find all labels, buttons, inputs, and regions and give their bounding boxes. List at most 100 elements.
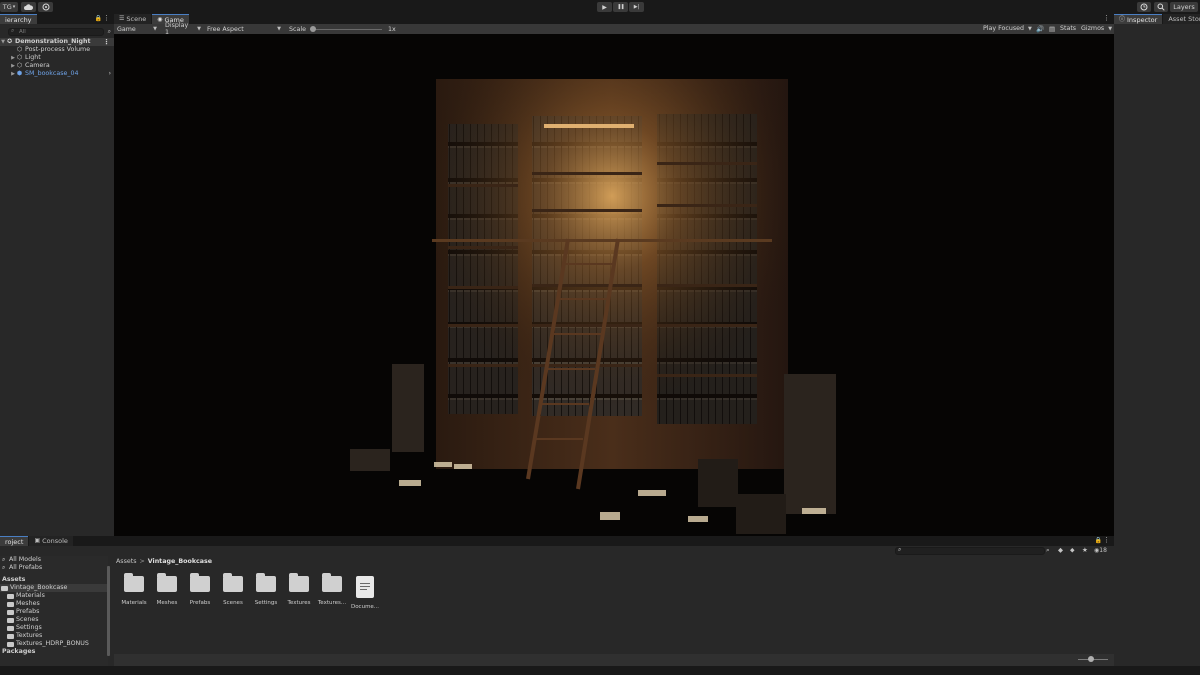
tab-project[interactable]: roject: [0, 536, 29, 546]
breadcrumb-current[interactable]: Vintage_Bookcase: [148, 558, 212, 565]
project-search-input[interactable]: ⌕: [895, 546, 1045, 555]
account-label: TG: [2, 3, 12, 11]
aspect-label: Free Aspect: [207, 25, 244, 33]
tab-asset-store[interactable]: Asset Store V: [1163, 14, 1200, 24]
folder-vintage-bookcase[interactable]: Vintage_Bookcase: [0, 584, 108, 592]
scene-item[interactable]: ▼ ✪ Demonstration_Night ⋮: [0, 38, 114, 46]
more-options-icon[interactable]: ⋮: [103, 38, 110, 46]
gizmos-dropdown[interactable]: Gizmos ▼: [1078, 25, 1115, 32]
search-by-type-icon[interactable]: ⌕: [1046, 546, 1050, 555]
favorite-all-prefabs[interactable]: ⌕ All Prefabs: [0, 564, 108, 572]
asset-scenes[interactable]: Scenes: [219, 573, 247, 606]
cloud-button[interactable]: [21, 2, 36, 12]
folder-prefabs[interactable]: Prefabs: [0, 608, 108, 616]
asset-settings[interactable]: Settings: [252, 573, 280, 606]
hierarchy-tab-label: ierarchy: [5, 15, 32, 24]
folder-meshes[interactable]: Meshes: [0, 600, 108, 608]
speaker-icon[interactable]: 🔊: [1036, 25, 1044, 33]
project-toolbar: ⌕ ⌕ ◆ ⬥ ★ ◉18: [0, 546, 1114, 556]
game-view-tabbar: ☰ Scene ◉ Game ⋮: [114, 14, 1114, 24]
chevron-down-icon: ▼: [153, 26, 157, 32]
step-button[interactable]: ▶|: [629, 2, 644, 12]
gameobject-icon: ⬡: [16, 46, 23, 53]
chevron-right-icon[interactable]: ›: [109, 70, 111, 78]
packages-root[interactable]: Packages: [0, 648, 108, 656]
tab-inspector[interactable]: ⓘ Inspector: [1114, 14, 1163, 24]
asset-materials[interactable]: Materials: [120, 573, 148, 606]
more-options-icon[interactable]: ⋮: [103, 14, 110, 22]
hierarchy-search-input[interactable]: ⌕ All: [8, 28, 104, 36]
breadcrumb: Assets > Vintage_Bookcase: [114, 556, 1114, 566]
folder-label: Textures_HDRP_BONUS: [16, 640, 89, 647]
scale-label: Scale: [289, 25, 306, 33]
chevron-down-icon: ▼: [277, 26, 281, 32]
collab-button[interactable]: [38, 2, 53, 12]
history-icon: [1140, 3, 1148, 11]
play-button[interactable]: ▶: [597, 2, 612, 12]
hierarchy-item-label: SM_bookcase_04: [25, 70, 79, 77]
asset-textures[interactable]: Textures: [285, 573, 313, 606]
play-focused-dropdown[interactable]: Play Focused ▼: [980, 25, 1035, 32]
game-mode-dropdown[interactable]: Game ▼: [114, 26, 160, 33]
folder-label: Vintage_Bookcase: [10, 584, 68, 591]
breadcrumb-assets[interactable]: Assets: [116, 558, 137, 565]
tree-scrollbar[interactable]: [107, 566, 110, 656]
asset-meshes[interactable]: Meshes: [153, 573, 181, 606]
game-viewport[interactable]: [114, 34, 1114, 536]
folder-settings[interactable]: Settings: [0, 624, 108, 632]
lock-icon[interactable]: 🔒: [1095, 537, 1102, 544]
tag-icon[interactable]: ⬥: [1070, 546, 1075, 555]
folder-textures[interactable]: Textures: [0, 632, 108, 640]
folder-icon: [190, 573, 210, 592]
filter-icon[interactable]: ⌕: [108, 28, 111, 36]
icon-size-slider-handle[interactable]: [1088, 656, 1094, 662]
asset-textures-hdrp[interactable]: Textures...: [318, 573, 346, 606]
asset-prefabs[interactable]: Prefabs: [186, 573, 214, 606]
aspect-dropdown[interactable]: Free Aspect ▼: [204, 26, 284, 33]
asset-label: Scenes: [223, 600, 243, 606]
folder-label: Settings: [16, 624, 42, 631]
hierarchy-item-post-process-volume[interactable]: ⬡ Post-process Volume: [0, 46, 114, 54]
hierarchy-item-light[interactable]: ▶ ⬡ Light: [0, 54, 114, 62]
pause-button[interactable]: ❚❚: [613, 2, 628, 12]
overlay-icon[interactable]: ▤: [1049, 25, 1055, 33]
favorite-all-models[interactable]: ⌕ All Models: [0, 556, 108, 564]
status-bar: [0, 666, 1200, 675]
console-icon: ▣: [34, 537, 41, 544]
more-options-icon[interactable]: ⋮: [1103, 14, 1110, 22]
hidden-packages-counter[interactable]: ◉18: [1094, 547, 1107, 554]
scale-slider-handle[interactable]: [309, 26, 316, 32]
layers-dropdown[interactable]: Layers: [1170, 2, 1198, 12]
layers-label: Layers: [1173, 3, 1195, 11]
packages-header: Packages: [2, 648, 36, 655]
hierarchy-panel: ierarchy 🔒 ⋮ ⌕ All ⌕ ▼ ✪ Demonstration_N…: [0, 14, 114, 536]
asset-label: Docume...: [350, 604, 380, 610]
scale-slider[interactable]: [309, 26, 382, 32]
chevron-down-icon: ▼: [1028, 25, 1032, 32]
tab-hierarchy[interactable]: ierarchy: [0, 14, 37, 24]
more-options-icon[interactable]: ⋮: [1103, 536, 1110, 544]
assets-root[interactable]: Assets: [0, 576, 108, 584]
tab-scene[interactable]: ☰ Scene: [114, 14, 152, 24]
hierarchy-item-camera[interactable]: ▶ ⬡ Camera: [0, 62, 114, 70]
hierarchy-item-bookcase[interactable]: ▶ ⬢ SM_bookcase_04 ›: [0, 70, 114, 78]
folder-textures-hdrp-bonus[interactable]: Textures_HDRP_BONUS: [0, 640, 108, 648]
lock-icon[interactable]: 🔒: [95, 15, 102, 22]
account-dropdown[interactable]: TG ▾: [0, 2, 18, 12]
play-focused-label: Play Focused: [983, 25, 1024, 32]
folder-materials[interactable]: Materials: [0, 592, 108, 600]
hierarchy-search-row: ⌕ All ⌕: [0, 26, 114, 38]
stats-button[interactable]: Stats: [1060, 25, 1076, 32]
tab-label: Asset Store V: [1168, 15, 1200, 23]
folder-scenes[interactable]: Scenes: [0, 616, 108, 624]
search-by-label-icon[interactable]: ◆: [1058, 546, 1063, 554]
gameobject-icon: ⬡: [16, 62, 23, 69]
history-button[interactable]: [1137, 2, 1151, 12]
scale-slider-track: [309, 28, 382, 30]
tab-console[interactable]: ▣ Console: [29, 536, 73, 546]
star-icon[interactable]: ★: [1082, 546, 1088, 554]
asset-documentation[interactable]: Docume...: [351, 576, 379, 610]
folder-label: Meshes: [16, 600, 40, 607]
search-button[interactable]: [1154, 2, 1168, 12]
breadcrumb-separator: >: [139, 557, 145, 565]
